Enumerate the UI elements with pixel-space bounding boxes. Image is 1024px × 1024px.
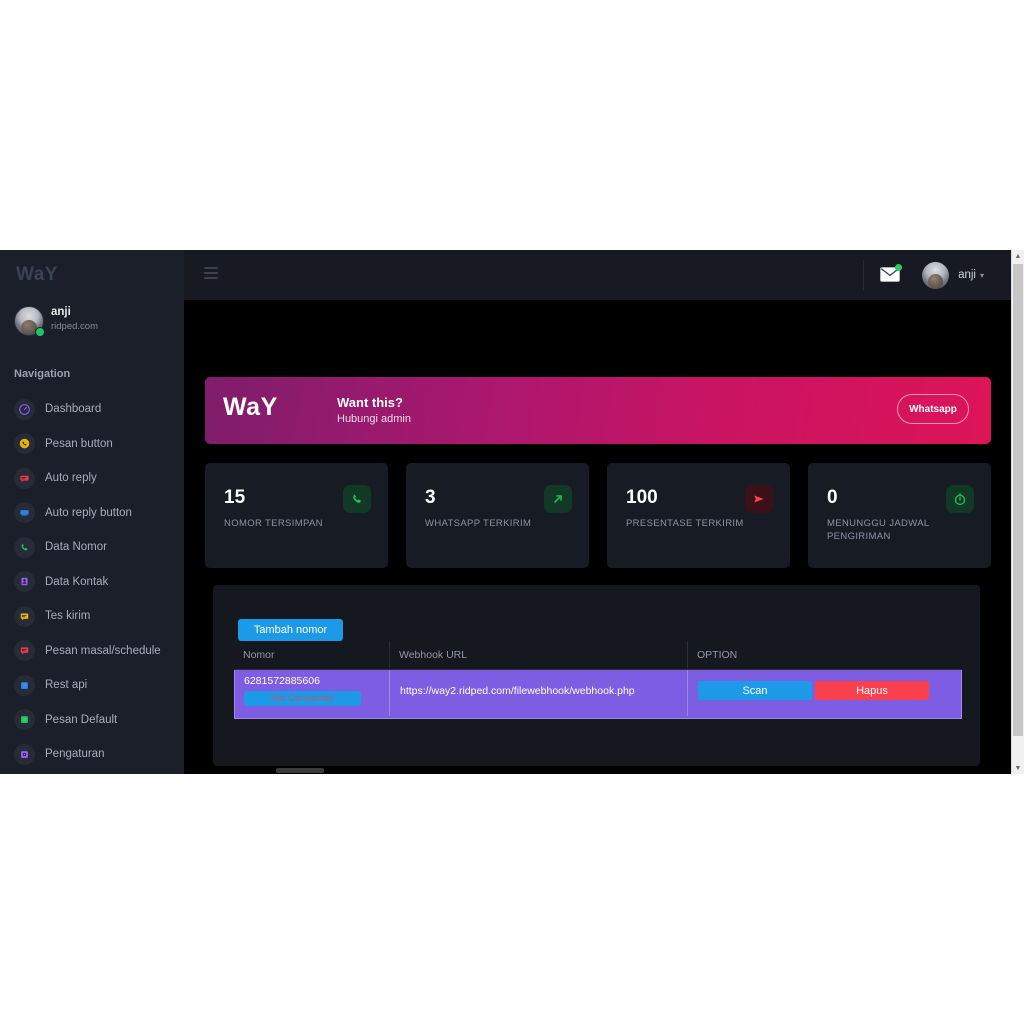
sidebar-item-label: Pengaturan [45,748,105,761]
main-content: WaY Want this? Hubungi admin Whatsapp 15… [184,300,1012,774]
gear-icon [14,743,35,765]
column-header-nomor: Nomor [243,649,275,661]
stat-value: 100 [626,487,658,508]
table-row: 6281572885606 Not Connected https://way2… [234,670,962,719]
chevron-down-icon: ▾ [979,271,984,280]
header-avatar[interactable] [922,261,950,289]
scrollbar-thumb[interactable] [1013,264,1023,736]
status-badge[interactable]: Not Connected [244,691,361,706]
monitor-icon [14,502,35,524]
dashboard-icon [14,398,35,420]
stat-label: WHATSAPP TERKIRIM [425,518,532,529]
phone-icon [14,536,35,558]
sidebar-item-label: Auto reply [45,472,97,485]
banner-title: Want this? [337,395,403,410]
vertical-scrollbar[interactable]: ▲ ▼ [1011,250,1024,774]
stat-card-presentase-terkirim: 100 PRESENTASE TERKIRIM [607,463,790,568]
sidebar-item-dashboard[interactable]: Dashboard [0,392,184,427]
stat-label: PRESENTASE TERKIRIM [626,518,744,529]
sidebar-item-data-nomor[interactable]: Data Nomor [0,530,184,565]
column-divider [389,641,390,669]
stat-value: 15 [224,487,246,508]
sidebar: WaY anji ridped.com Navigation Dashboard [0,250,184,774]
horizontal-scrollbar-thumb[interactable] [276,768,324,773]
sidebar-item-auto-reply[interactable]: Auto reply [0,461,184,496]
stat-card-whatsapp-terkirim: 3 WHATSAPP TERKIRIM [406,463,589,568]
sidebar-item-pengaturan[interactable]: Pengaturan [0,737,184,772]
cell-divider [389,670,390,716]
sidebar-item-label: Pesan masal/schedule [45,644,161,657]
numbers-panel: Tambah nomor Nomor Webhook URL OPTION 62… [213,585,980,766]
sidebar-item-label: Tes kirim [45,610,91,623]
sidebar-item-pesan-masal[interactable]: Pesan masal/schedule [0,634,184,669]
sidebar-item-label: Pesan Default [45,713,118,726]
chat-lines-icon [14,467,35,489]
header-divider [863,260,865,290]
sidebar-nav: Dashboard Pesan button Auto reply Auto r… [0,392,184,772]
numbers-table: Nomor Webhook URL OPTION 6281572885606 N… [234,641,962,719]
timer-icon [946,485,974,513]
page-root: WaY anji ridped.com Navigation Dashboard [0,0,1024,1024]
sidebar-item-pesan-default[interactable]: Pesan Default [0,703,184,738]
user-menu-label: anji [958,269,976,281]
sidebar-item-label: Data Nomor [45,541,107,554]
whatsapp-icon [14,433,35,455]
delete-button[interactable]: Hapus [815,681,929,700]
sidebar-item-label: Data Kontak [45,575,109,588]
stat-value: 0 [827,487,838,508]
top-header: anji ▾ [184,250,1012,300]
hamburger-icon[interactable] [204,267,218,279]
stat-card-nomor-tersimpan: 15 NOMOR TERSIMPAN [205,463,388,568]
phone-icon [343,485,371,513]
profile-name: anji [51,306,71,318]
scroll-down-arrow[interactable]: ▼ [1012,762,1024,774]
send-icon [745,485,773,513]
cell-nomor: 6281572885606 [244,675,320,687]
sidebar-item-label: Dashboard [45,403,102,416]
stat-cards: 15 NOMOR TERSIMPAN 3 WHATSAPP TERKIRIM 1… [205,463,991,568]
sidebar-item-label: Auto reply button [45,506,132,519]
notification-badge [895,264,903,271]
sidebar-item-auto-reply-button[interactable]: Auto reply button [0,496,184,531]
arrow-up-right-icon [544,485,572,513]
banner-logo: WaY [223,393,278,421]
cell-divider [687,670,688,716]
whatsapp-button[interactable]: Whatsapp [897,394,969,424]
contact-card-icon [14,571,35,593]
user-menu[interactable]: anji ▾ [958,269,984,281]
header-actions: anji ▾ [863,250,984,300]
banner-subtitle: Hubungi admin [337,413,411,425]
stat-label: NOMOR TERSIMPAN [224,518,323,529]
sidebar-brand: WaY [16,264,58,285]
square-default-icon [14,709,35,731]
chat-bubble-icon [14,605,35,627]
column-header-option: OPTION [697,649,738,661]
promo-banner: WaY Want this? Hubungi admin Whatsapp [205,377,991,444]
sidebar-item-data-kontak[interactable]: Data Kontak [0,565,184,600]
envelope-icon[interactable] [880,264,903,283]
square-api-icon [14,674,35,696]
sidebar-profile[interactable]: anji ridped.com [14,306,174,346]
table-header-row: Nomor Webhook URL OPTION [234,641,962,670]
sidebar-item-tes-kirim[interactable]: Tes kirim [0,599,184,634]
sidebar-item-label: Rest api [45,679,88,692]
stat-card-menunggu-jadwal: 0 MENUNGGU JADWAL PENGIRIMAN [808,463,991,568]
app-window: WaY anji ridped.com Navigation Dashboard [0,250,1024,774]
online-status-dot [35,327,45,337]
sidebar-item-label: Pesan button [45,437,113,450]
column-divider [687,641,688,669]
stat-label: MENUNGGU JADWAL PENGIRIMAN [827,518,930,542]
scan-button[interactable]: Scan [698,681,812,700]
nav-heading: Navigation [14,368,71,380]
sidebar-item-rest-api[interactable]: Rest api [0,668,184,703]
add-number-button[interactable]: Tambah nomor [238,619,343,641]
stat-value: 3 [425,487,436,508]
sidebar-item-pesan-button[interactable]: Pesan button [0,427,184,462]
profile-domain: ridped.com [51,321,98,332]
column-header-webhook: Webhook URL [399,649,468,661]
chat-bubble-alt-icon [14,640,35,662]
scroll-up-arrow[interactable]: ▲ [1012,250,1024,262]
cell-webhook-url: https://way2.ridped.com/filewebhook/webh… [400,685,635,697]
